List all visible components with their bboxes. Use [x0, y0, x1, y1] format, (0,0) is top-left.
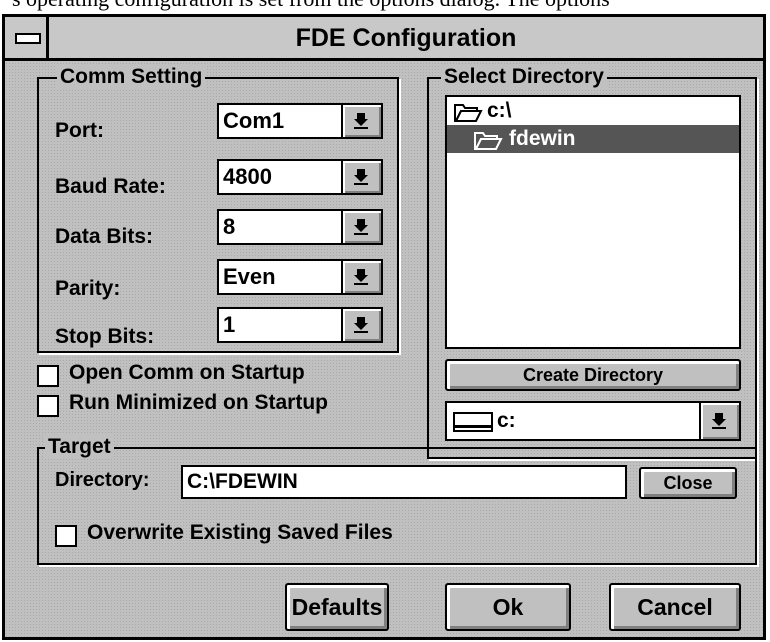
data-bits-label: Data Bits: — [55, 225, 154, 248]
system-menu-icon — [15, 33, 41, 44]
baud-rate-label: Baud Rate: — [55, 175, 166, 198]
create-directory-button[interactable]: Create Directory — [445, 359, 741, 391]
target-legend: Target — [45, 435, 114, 459]
stop-bits-combo[interactable]: 1 — [217, 307, 383, 343]
dropdown-arrow-icon — [354, 219, 368, 235]
directory-item-fdewin-label: fdewin — [509, 127, 576, 150]
port-dropdown-button[interactable] — [341, 105, 381, 137]
data-bits-dropdown-button[interactable] — [341, 211, 381, 243]
stop-bits-value: 1 — [223, 312, 236, 337]
fde-configuration-dialog: FDE Configuration Comm Setting Port: Com… — [2, 14, 766, 640]
caption-text: 's operating configuration is set from t… — [8, 0, 610, 12]
parity-dropdown-button[interactable] — [341, 261, 381, 293]
port-value: Com1 — [223, 108, 285, 133]
directory-listbox[interactable]: c:\ fdewin — [445, 95, 741, 349]
parity-combo[interactable]: Even — [217, 259, 383, 295]
cancel-button[interactable]: Cancel — [609, 583, 741, 631]
port-label: Port: — [55, 119, 104, 142]
ok-button[interactable]: Ok — [445, 583, 571, 631]
parity-label: Parity: — [55, 277, 121, 300]
directory-item-root[interactable]: c:\ — [447, 97, 739, 125]
comm-setting-legend: Comm Setting — [57, 65, 206, 89]
dropdown-arrow-icon — [354, 317, 368, 333]
stop-bits-dropdown-button[interactable] — [341, 309, 381, 341]
directory-item-fdewin[interactable]: fdewin — [447, 125, 739, 153]
drive-combo[interactable]: c: — [445, 401, 741, 441]
drive-icon — [453, 412, 493, 432]
open-folder-icon — [454, 104, 483, 122]
document-caption-fragment: 's operating configuration is set from t… — [0, 0, 770, 14]
port-combo[interactable]: Com1 — [217, 103, 383, 139]
defaults-button[interactable]: Defaults — [285, 583, 389, 631]
data-bits-value: 8 — [223, 214, 236, 239]
drive-dropdown-button[interactable] — [699, 403, 739, 439]
comm-setting-group: Comm Setting Port: Com1 Baud Rate: 4800 … — [37, 65, 399, 353]
parity-value: Even — [223, 264, 276, 289]
baud-rate-combo[interactable]: 4800 — [217, 159, 383, 195]
window-title: FDE Configuration — [295, 24, 517, 52]
dropdown-arrow-icon — [354, 269, 368, 285]
overwrite-checkbox[interactable] — [55, 525, 77, 547]
dropdown-arrow-icon — [354, 169, 368, 185]
baud-rate-dropdown-button[interactable] — [341, 161, 381, 193]
drive-value: c: — [497, 409, 516, 432]
close-button[interactable]: Close — [639, 467, 737, 499]
directory-item-root-label: c:\ — [487, 99, 512, 122]
baud-rate-value: 4800 — [223, 164, 272, 189]
stop-bits-label: Stop Bits: — [55, 325, 155, 348]
dropdown-arrow-icon — [712, 413, 726, 429]
run-minimized-checkbox[interactable] — [37, 395, 59, 417]
target-directory-input[interactable] — [181, 465, 627, 499]
data-bits-combo[interactable]: 8 — [217, 209, 383, 245]
select-directory-legend: Select Directory — [441, 65, 607, 89]
title-bar: FDE Configuration — [5, 17, 763, 61]
dropdown-arrow-icon — [354, 113, 368, 129]
open-comm-label[interactable]: Open Comm on Startup — [69, 361, 305, 385]
system-menu-button[interactable] — [5, 17, 49, 58]
open-comm-checkbox[interactable] — [37, 365, 59, 387]
open-folder-icon — [474, 132, 503, 150]
run-minimized-label[interactable]: Run Minimized on Startup — [69, 391, 328, 415]
overwrite-label[interactable]: Overwrite Existing Saved Files — [87, 521, 393, 545]
directory-label: Directory: — [55, 469, 150, 491]
